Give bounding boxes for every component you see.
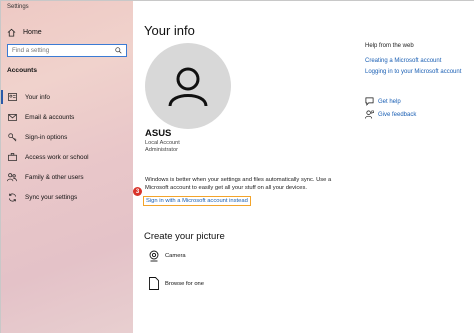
camera-icon [147,250,161,262]
search-icon[interactable] [115,47,122,54]
window-title: Settings [7,4,29,10]
page-title: Your info [144,23,195,38]
create-picture-title: Create your picture [144,231,225,242]
sync-icon [7,193,17,202]
user-name: ASUS [145,128,172,139]
search-input[interactable]: Find a setting [7,44,127,57]
sidebar-item-family-other-users[interactable]: Family & other users [1,167,133,187]
account-type: Local Account [145,140,180,146]
sidebar-item-label: Access work or school [25,153,89,161]
main-content: Your info ASUS Local Account Administrat… [133,1,474,333]
chat-help-icon [365,97,375,106]
section-title-accounts: Accounts [7,67,38,74]
sidebar: Settings Home Find a setting Accounts Yo… [1,1,133,333]
search-placeholder: Find a setting [12,47,50,54]
settings-window: Settings Home Find a setting Accounts Yo… [0,0,474,333]
sidebar-item-label: Family & other users [25,173,84,181]
browse-label: Browse for one [165,280,204,287]
sidebar-item-access-work-school[interactable]: Access work or school [1,147,133,167]
sidebar-home-label: Home [23,28,42,36]
sidebar-item-label: Sign-in options [25,133,68,141]
camera-option[interactable]: Camera [147,250,186,262]
help-link-creating-account[interactable]: Creating a Microsoft account [365,58,441,64]
sidebar-item-sync-settings[interactable]: Sync your settings [1,187,133,207]
briefcase-icon [7,153,17,161]
give-feedback-link[interactable]: Give feedback [365,110,416,119]
sidebar-item-your-info[interactable]: Your info [1,87,133,107]
sync-info-text: Windows is better when your settings and… [145,177,332,191]
sidebar-item-email-accounts[interactable]: Email & accounts [1,107,133,127]
feedback-person-icon [365,110,375,119]
sidebar-nav: Your info Email & accounts Sign-in optio… [1,87,133,207]
get-help-link[interactable]: Get help [365,97,401,106]
get-help-label: Get help [378,98,401,105]
account-role: Administrator [145,147,178,153]
person-card-icon [7,93,17,101]
sidebar-home[interactable]: Home [7,26,42,38]
home-icon [7,28,17,37]
give-feedback-label: Give feedback [378,111,417,118]
key-icon [7,132,17,142]
help-title: Help from the web [365,43,414,49]
people-icon [7,172,17,182]
browse-option[interactable]: Browse for one [147,277,204,290]
camera-label: Camera [165,253,186,259]
sidebar-item-sign-in-options[interactable]: Sign-in options [1,127,133,147]
sidebar-item-label: Email & accounts [25,113,75,121]
sidebar-item-label: Your info [25,93,50,101]
user-silhouette-icon [168,67,208,107]
sign-in-microsoft-link[interactable]: Sign in with a Microsoft account instead [143,196,251,206]
help-link-logging-in[interactable]: Logging in to your Microsoft account [365,69,461,75]
document-icon [147,277,161,290]
envelope-icon [7,113,17,121]
sidebar-item-label: Sync your settings [25,193,78,201]
avatar [145,43,231,129]
step-badge: 3 [133,187,142,196]
